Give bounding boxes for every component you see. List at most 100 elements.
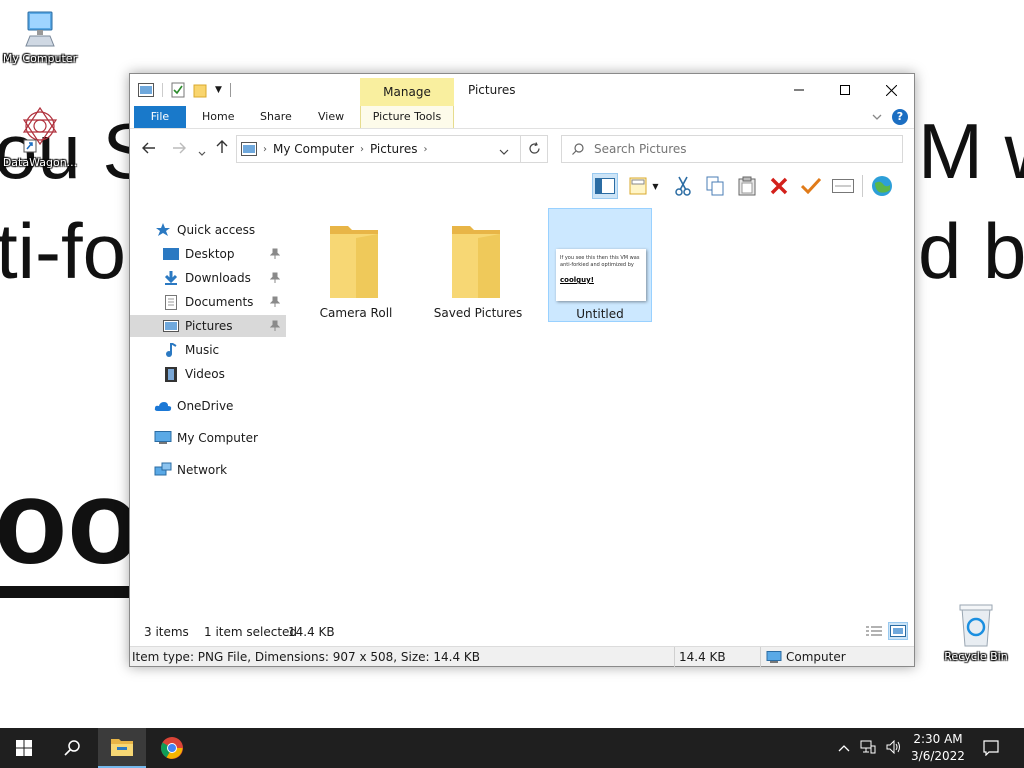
clock[interactable]: 2:30 AM 3/6/2022 bbox=[908, 731, 968, 765]
tab-manage[interactable]: Manage bbox=[360, 78, 454, 106]
recent-locations-button[interactable] bbox=[198, 143, 206, 161]
title-bar: ▼ Manage Pictures bbox=[130, 74, 914, 106]
refresh-button[interactable] bbox=[520, 135, 548, 163]
search-input[interactable] bbox=[594, 142, 884, 156]
details-view-icon bbox=[866, 626, 882, 636]
taskbar-file-explorer[interactable] bbox=[98, 728, 146, 768]
window-pictures-icon bbox=[138, 83, 154, 97]
address-row: › My Computer › Pictures › bbox=[130, 134, 914, 164]
expand-ribbon-icon[interactable] bbox=[872, 113, 882, 121]
file-name: Untitled bbox=[576, 307, 624, 321]
properties-icon[interactable] bbox=[171, 82, 185, 98]
desktop-icon-my-computer[interactable]: My Computer bbox=[0, 8, 80, 65]
thumbnail-bold-text: coolguy! bbox=[560, 276, 594, 284]
nav-item-desktop[interactable]: Desktop bbox=[130, 243, 286, 265]
network-tray-button[interactable] bbox=[860, 740, 876, 757]
rename-button[interactable] bbox=[830, 173, 856, 199]
minimize-button[interactable] bbox=[776, 74, 822, 106]
nav-onedrive[interactable]: OneDrive bbox=[154, 395, 284, 417]
search-taskbar-button[interactable] bbox=[48, 728, 96, 768]
desktop-icon-label: DataWagon... bbox=[2, 156, 78, 169]
pictures-location-icon bbox=[241, 142, 257, 156]
search-icon bbox=[572, 143, 584, 155]
folder-item-camera-roll[interactable]: Camera Roll bbox=[304, 208, 408, 322]
chevron-down-icon bbox=[499, 149, 509, 155]
nav-item-pictures[interactable]: Pictures bbox=[130, 315, 286, 337]
chevron-right-icon: › bbox=[359, 143, 364, 155]
nav-my-computer[interactable]: My Computer bbox=[154, 427, 284, 449]
nav-item-music[interactable]: Music bbox=[130, 339, 286, 361]
nav-onedrive-label: OneDrive bbox=[177, 399, 234, 413]
checkmark-icon bbox=[801, 178, 821, 194]
copy-button[interactable] bbox=[702, 173, 728, 199]
back-button[interactable] bbox=[142, 140, 156, 158]
volume-button[interactable] bbox=[886, 739, 902, 757]
navigation-pane-button[interactable] bbox=[592, 173, 618, 199]
details-view-button[interactable] bbox=[864, 622, 884, 640]
start-button[interactable] bbox=[0, 728, 48, 768]
file-explorer-icon bbox=[111, 739, 133, 756]
computer-icon bbox=[154, 431, 172, 444]
breadcrumb-pictures[interactable]: Pictures bbox=[370, 142, 418, 156]
tab-home[interactable]: Home bbox=[188, 106, 248, 128]
search-box[interactable] bbox=[561, 135, 903, 163]
maximize-button[interactable] bbox=[822, 74, 868, 106]
refresh-icon bbox=[529, 142, 540, 154]
forward-button[interactable] bbox=[172, 140, 186, 158]
navigation-pane: Quick access Desktop Downloads Documents… bbox=[130, 209, 290, 609]
desktop-icon-recycle-bin[interactable]: Recycle Bin bbox=[936, 602, 1016, 663]
delete-button[interactable] bbox=[766, 173, 792, 199]
nav-quick-access-label: Quick access bbox=[177, 223, 256, 237]
paste-button[interactable] bbox=[734, 173, 760, 199]
tab-view[interactable]: View bbox=[304, 106, 358, 128]
chevron-right-icon: › bbox=[263, 143, 267, 155]
desktop-icon bbox=[163, 248, 179, 260]
new-folder-icon[interactable] bbox=[193, 82, 207, 98]
cut-button[interactable] bbox=[670, 173, 696, 199]
selection-count: 1 item selected bbox=[204, 625, 298, 639]
nav-network-label: Network bbox=[177, 463, 228, 477]
taskbar-chrome[interactable] bbox=[148, 728, 196, 768]
address-bar[interactable]: › My Computer › Pictures › bbox=[236, 135, 548, 163]
pin-icon bbox=[269, 320, 281, 331]
desktop-icon-label: Recycle Bin bbox=[944, 650, 1008, 663]
desktop-icon-datawagon[interactable]: DataWagon... bbox=[0, 104, 80, 169]
layout-button[interactable]: ▼ bbox=[624, 173, 664, 199]
nav-network[interactable]: Network bbox=[154, 459, 284, 481]
network-icon bbox=[154, 462, 172, 476]
clock-date: 3/6/2022 bbox=[911, 749, 965, 763]
breadcrumb-my-computer[interactable]: My Computer bbox=[273, 142, 354, 156]
file-item-untitled[interactable]: If you see this then this VM was anti-fo… bbox=[548, 208, 652, 322]
large-icons-view-button[interactable] bbox=[888, 622, 908, 640]
status-bar: 3 items 1 item selected 14.4 KB bbox=[130, 622, 914, 642]
custom-toolbar: ▼ bbox=[592, 172, 895, 200]
delete-x-icon bbox=[770, 177, 788, 195]
navigation-pane-icon bbox=[595, 178, 615, 194]
tab-picture-tools[interactable]: Picture Tools bbox=[360, 106, 454, 128]
nav-quick-access[interactable]: Quick access bbox=[154, 219, 284, 241]
close-button[interactable] bbox=[868, 74, 914, 106]
show-hidden-icons-button[interactable] bbox=[838, 741, 850, 755]
nav-item-documents[interactable]: Documents bbox=[130, 291, 286, 313]
desktop-icon-label: My Computer bbox=[2, 52, 78, 65]
item-size-text: 14.4 KB bbox=[679, 650, 726, 664]
chevron-up-icon bbox=[838, 745, 850, 752]
help-icon[interactable]: ? bbox=[892, 109, 908, 125]
taskbar: 2:30 AM 3/6/2022 bbox=[0, 728, 1024, 768]
customize-toolbar-icon[interactable]: ▼ bbox=[215, 85, 222, 95]
action-center-button[interactable] bbox=[968, 728, 1014, 768]
nav-item-videos[interactable]: Videos bbox=[130, 363, 286, 385]
folder-item-saved-pictures[interactable]: Saved Pictures bbox=[426, 208, 530, 322]
nav-item-downloads[interactable]: Downloads bbox=[130, 267, 286, 289]
up-button[interactable] bbox=[216, 140, 228, 158]
tab-share[interactable]: Share bbox=[246, 106, 306, 128]
file-name: Camera Roll bbox=[319, 306, 393, 320]
select-button[interactable] bbox=[798, 173, 824, 199]
large-icons-view-icon bbox=[890, 625, 906, 637]
globe-icon bbox=[872, 176, 892, 196]
close-icon bbox=[885, 84, 897, 96]
tab-file[interactable]: File bbox=[134, 106, 186, 128]
web-button[interactable] bbox=[869, 173, 895, 199]
location-text: Computer bbox=[786, 650, 846, 664]
address-dropdown-button[interactable] bbox=[499, 145, 509, 159]
